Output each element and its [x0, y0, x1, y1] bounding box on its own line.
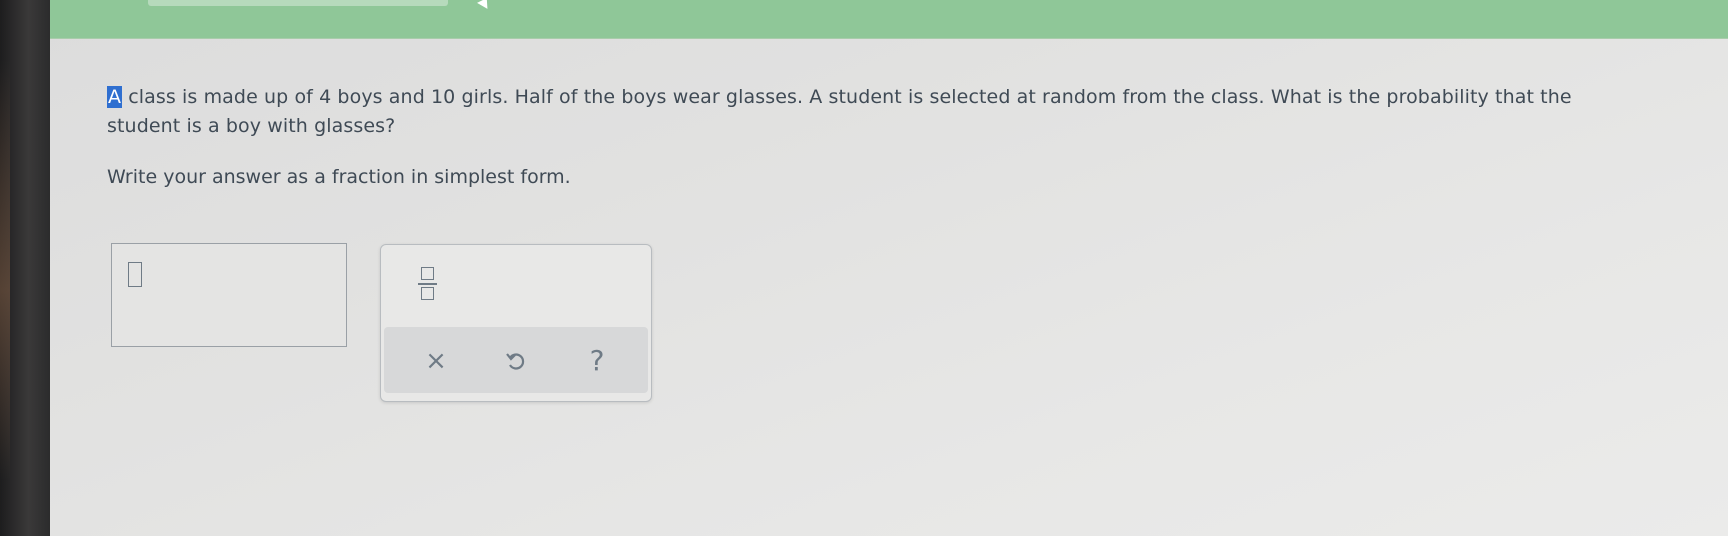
- fraction-button[interactable]: [415, 263, 441, 307]
- top-bar-title: [148, 0, 448, 6]
- mouse-cursor-icon: [477, 0, 492, 9]
- fraction-denominator-box: [421, 287, 434, 300]
- question-line-2: student is a boy with glasses?: [107, 115, 396, 137]
- screen: A class is made up of 4 boys and 10 girl…: [50, 0, 1728, 536]
- fraction-bar: [418, 283, 437, 285]
- question-line-1-text: class is made up of 4 boys and 10 girls.…: [122, 86, 1572, 108]
- math-keypad: × ?: [380, 244, 652, 402]
- undo-icon: [506, 353, 525, 370]
- monitor-bezel: [0, 0, 52, 536]
- text-selection-highlight: A: [107, 86, 123, 108]
- clear-button[interactable]: ×: [416, 341, 456, 381]
- question-mark-icon: ?: [589, 344, 605, 377]
- help-button[interactable]: ?: [577, 341, 617, 381]
- undo-button[interactable]: [496, 341, 536, 381]
- bezel-reflection: [0, 60, 10, 480]
- close-icon: ×: [425, 346, 447, 376]
- photo-frame: A class is made up of 4 boys and 10 girl…: [0, 0, 1728, 536]
- answer-input[interactable]: [111, 243, 347, 347]
- question-line-1: A class is made up of 4 boys and 10 girl…: [107, 83, 1727, 112]
- keypad-action-bar: × ?: [384, 327, 648, 393]
- fraction-numerator-box: [421, 267, 434, 280]
- answer-instruction: Write your answer as a fraction in simpl…: [107, 166, 571, 188]
- top-bar: [50, 0, 1728, 39]
- answer-placeholder-box: [128, 262, 142, 287]
- question-text: A class is made up of 4 boys and 10 girl…: [107, 83, 1727, 141]
